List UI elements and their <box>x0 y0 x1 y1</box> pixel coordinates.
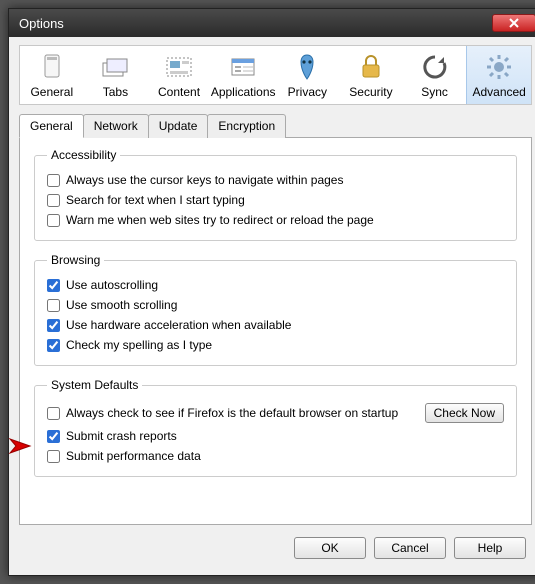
category-toolbar: General Tabs Content Applications <box>19 45 532 105</box>
lbl-perf-data: Submit performance data <box>66 449 201 463</box>
annotation-arrow-icon <box>8 437 34 455</box>
chk-search-text[interactable] <box>47 194 60 207</box>
toolbar-content-label: Content <box>158 85 200 99</box>
browsing-group: Browsing Use autoscrolling Use smooth sc… <box>34 253 517 366</box>
lbl-default-browser: Always check to see if Firefox is the de… <box>66 406 398 420</box>
lbl-spellcheck: Check my spelling as I type <box>66 338 212 352</box>
close-icon <box>509 18 519 28</box>
dialog-footer: OK Cancel Help <box>19 525 532 565</box>
chk-hw-accel[interactable] <box>47 319 60 332</box>
security-icon <box>356 52 386 82</box>
general-icon <box>37 52 67 82</box>
lbl-autoscroll: Use autoscrolling <box>66 278 158 292</box>
toolbar-advanced-label: Advanced <box>472 85 525 99</box>
content-icon <box>164 52 194 82</box>
tab-general[interactable]: General <box>19 114 84 138</box>
lbl-hw-accel: Use hardware acceleration when available <box>66 318 291 332</box>
chk-crash-reports[interactable] <box>47 430 60 443</box>
tab-network[interactable]: Network <box>83 114 149 138</box>
help-button[interactable]: Help <box>454 537 526 559</box>
chk-default-browser[interactable] <box>47 407 60 420</box>
toolbar-privacy[interactable]: Privacy <box>276 46 340 104</box>
close-button[interactable] <box>492 14 535 32</box>
toolbar-security-label: Security <box>349 85 392 99</box>
toolbar-general[interactable]: General <box>20 46 84 104</box>
system-defaults-group: System Defaults Always check to see if F… <box>34 378 517 477</box>
tabs-icon <box>100 52 130 82</box>
ok-button[interactable]: OK <box>294 537 366 559</box>
chk-smooth-scroll[interactable] <box>47 299 60 312</box>
accessibility-group: Accessibility Always use the cursor keys… <box>34 148 517 241</box>
sync-icon <box>420 52 450 82</box>
advanced-icon <box>484 52 514 82</box>
toolbar-sync[interactable]: Sync <box>403 46 467 104</box>
privacy-icon <box>292 52 322 82</box>
browsing-legend: Browsing <box>47 253 104 267</box>
lbl-search-text: Search for text when I start typing <box>66 193 245 207</box>
toolbar-sync-label: Sync <box>421 85 448 99</box>
chk-warn-redirect[interactable] <box>47 214 60 227</box>
toolbar-applications[interactable]: Applications <box>211 46 276 104</box>
check-now-button[interactable]: Check Now <box>425 403 504 423</box>
lbl-cursor-keys: Always use the cursor keys to navigate w… <box>66 173 343 187</box>
cancel-button[interactable]: Cancel <box>374 537 446 559</box>
chk-autoscroll[interactable] <box>47 279 60 292</box>
toolbar-content[interactable]: Content <box>147 46 211 104</box>
toolbar-privacy-label: Privacy <box>288 85 327 99</box>
toolbar-applications-label: Applications <box>211 85 276 99</box>
titlebar: Options <box>9 9 535 37</box>
system-defaults-legend: System Defaults <box>47 378 142 392</box>
options-window: Options General Tabs Con <box>8 8 535 576</box>
lbl-crash-reports: Submit crash reports <box>66 429 177 443</box>
toolbar-security[interactable]: Security <box>339 46 403 104</box>
accessibility-legend: Accessibility <box>47 148 120 162</box>
sub-tabs: General Network Update Encryption <box>19 114 532 138</box>
window-title: Options <box>19 16 492 31</box>
lbl-smooth-scroll: Use smooth scrolling <box>66 298 177 312</box>
lbl-warn-redirect: Warn me when web sites try to redirect o… <box>66 213 374 227</box>
tab-update[interactable]: Update <box>148 114 209 138</box>
chk-cursor-keys[interactable] <box>47 174 60 187</box>
dialog-body: General Tabs Content Applications <box>9 37 535 575</box>
toolbar-tabs[interactable]: Tabs <box>84 46 148 104</box>
chk-spellcheck[interactable] <box>47 339 60 352</box>
toolbar-advanced[interactable]: Advanced <box>466 46 531 104</box>
chk-perf-data[interactable] <box>47 450 60 463</box>
toolbar-general-label: General <box>30 85 73 99</box>
applications-icon <box>228 52 258 82</box>
general-panel: Accessibility Always use the cursor keys… <box>19 137 532 525</box>
tab-encryption[interactable]: Encryption <box>207 114 286 138</box>
toolbar-tabs-label: Tabs <box>103 85 128 99</box>
